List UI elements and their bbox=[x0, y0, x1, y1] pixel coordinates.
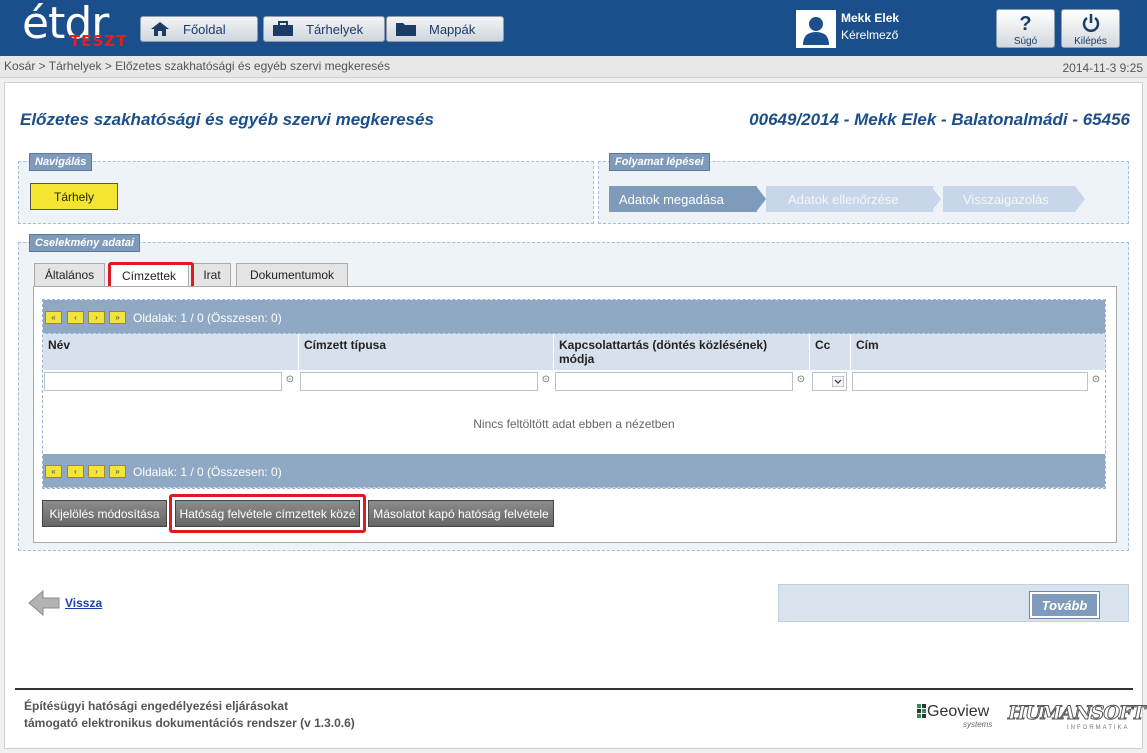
pager-top: « ‹ › » Oldalak: 1 / 0 (Összesen: 0) bbox=[43, 300, 1105, 334]
help-label: Súgó bbox=[1013, 36, 1038, 47]
datetime: 2014-11-3 9:25 bbox=[1062, 61, 1143, 75]
prev-page-icon[interactable]: ‹ bbox=[67, 311, 84, 324]
navigation-panel: Navigálás Tárhely bbox=[18, 153, 594, 224]
nav-home-label: Főoldal bbox=[183, 21, 226, 37]
question-icon: ? bbox=[1019, 13, 1032, 35]
footer-line-1: Építésügyi hatósági engedélyezési eljárá… bbox=[24, 699, 289, 713]
tab-documents[interactable]: Dokumentumok bbox=[236, 263, 348, 286]
recipients-panel: « ‹ › » Oldalak: 1 / 0 (Összesen: 0) Név… bbox=[33, 286, 1117, 543]
step-confirmation-label: Visszaigazolás bbox=[963, 191, 1049, 207]
page-title: Előzetes szakhatósági és egyéb szervi me… bbox=[20, 110, 434, 129]
pager-top-text: Oldalak: 1 / 0 (Összesen: 0) bbox=[133, 311, 282, 325]
step-confirmation: Visszaigazolás bbox=[943, 186, 1075, 212]
last-page-icon[interactable]: » bbox=[109, 311, 126, 324]
home-icon bbox=[149, 21, 171, 37]
nav-storage-label: Tárhelyek bbox=[306, 21, 364, 37]
filter-type-input[interactable] bbox=[300, 372, 538, 391]
empty-message: Nincs feltöltött adat ebben a nézetben bbox=[473, 417, 675, 431]
pager-bottom: « ‹ › » Oldalak: 1 / 0 (Összesen: 0) bbox=[43, 454, 1105, 488]
power-icon bbox=[1062, 13, 1119, 35]
filter-icon[interactable]: ⊙ bbox=[284, 374, 296, 388]
briefcase-icon bbox=[272, 21, 294, 37]
humansoft-sub: INFORMATIKA bbox=[1067, 725, 1130, 731]
help-button[interactable]: ? Súgó bbox=[996, 9, 1055, 48]
first-page-icon[interactable]: « bbox=[45, 311, 62, 324]
geoview-mark-icon bbox=[917, 704, 926, 718]
footer-text: Építésügyi hatósági engedélyezési eljárá… bbox=[24, 698, 355, 732]
nav-folders-label: Mappák bbox=[429, 21, 476, 37]
storage-button[interactable]: Tárhely bbox=[30, 183, 118, 210]
nav-storage-button[interactable]: Tárhelyek bbox=[263, 16, 385, 42]
navigation-legend: Navigálás bbox=[29, 153, 93, 171]
next-bar: Tovább bbox=[778, 584, 1129, 622]
prev-page-icon[interactable]: ‹ bbox=[67, 465, 84, 478]
col-contact-mode[interactable]: Kapcsolattartás (döntés közlésének) módj… bbox=[554, 334, 810, 370]
nav-folders-button[interactable]: Mappák bbox=[386, 16, 504, 42]
recipients-grid: « ‹ › » Oldalak: 1 / 0 (Összesen: 0) Név… bbox=[42, 299, 1106, 489]
user-icon bbox=[803, 17, 829, 45]
case-title: 00649/2014 - Mekk Elek - Balatonalmádi -… bbox=[749, 110, 1130, 129]
back-label[interactable]: Vissza bbox=[65, 596, 102, 610]
step-arrow bbox=[756, 186, 766, 212]
modify-selection-button[interactable]: Kijelölés módosítása bbox=[42, 500, 167, 527]
process-steps-panel: Folyamat lépései Adatok megadása Adatok … bbox=[598, 153, 1129, 224]
action-data-panel: Cselekmény adatai Általános Címzettek Ir… bbox=[18, 234, 1129, 551]
folder-icon bbox=[395, 21, 417, 37]
geoview-sub: systems bbox=[963, 720, 993, 729]
chevron-down-icon bbox=[832, 376, 844, 387]
step-data-entry-label: Adatok megadása bbox=[619, 191, 724, 207]
logo-test-badge: TESZT bbox=[70, 32, 128, 50]
nav-home-button[interactable]: Főoldal bbox=[140, 16, 258, 42]
footer-divider bbox=[15, 688, 1133, 690]
step-data-check-label: Adatok ellenőrzése bbox=[788, 191, 899, 207]
geoview-text: Geoview bbox=[927, 703, 990, 720]
tab-document[interactable]: Irat bbox=[193, 263, 231, 286]
step-arrow bbox=[1075, 186, 1085, 212]
col-cc[interactable]: Cc bbox=[810, 334, 851, 370]
col-name[interactable]: Név bbox=[43, 334, 299, 370]
filter-name-input[interactable] bbox=[44, 372, 282, 391]
back-link[interactable]: Vissza bbox=[27, 588, 102, 618]
next-page-icon[interactable]: › bbox=[88, 311, 105, 324]
filter-address-input[interactable] bbox=[852, 372, 1088, 391]
add-copy-authority-button[interactable]: Másolatot kapó hatóság felvétele bbox=[368, 500, 554, 527]
humansoft-logo: HUMANSOFT bbox=[1008, 702, 1147, 725]
avatar bbox=[796, 10, 836, 48]
pager-bottom-text: Oldalak: 1 / 0 (Összesen: 0) bbox=[133, 465, 282, 479]
geoview-logo: Geoview bbox=[917, 703, 989, 721]
filter-row: ⊙ ⊙ ⊙ ⊙ bbox=[43, 370, 1105, 392]
tab-general[interactable]: Általános bbox=[34, 263, 105, 286]
highlight-add-authority-button bbox=[169, 494, 366, 533]
col-recipient-type[interactable]: Címzett típusa bbox=[299, 334, 554, 370]
app-header: étdr TESZT Főoldal Tárhelyek Mappák Mekk… bbox=[0, 0, 1147, 56]
user-role: Kérelmező bbox=[841, 28, 899, 42]
filter-cc-select[interactable] bbox=[812, 372, 847, 391]
filter-icon[interactable]: ⊙ bbox=[795, 374, 807, 388]
filter-contact-input[interactable] bbox=[555, 372, 793, 391]
last-page-icon[interactable]: » bbox=[109, 465, 126, 478]
footer-line-2: támogató elektronikus dokumentációs rend… bbox=[24, 716, 355, 730]
process-legend: Folyamat lépései bbox=[609, 153, 710, 171]
action-data-legend: Cselekmény adatai bbox=[29, 234, 141, 252]
back-arrow-icon bbox=[28, 589, 60, 617]
filter-icon[interactable]: ⊙ bbox=[540, 374, 552, 388]
first-page-icon[interactable]: « bbox=[45, 465, 62, 478]
main-content: Előzetes szakhatósági és egyéb szervi me… bbox=[4, 82, 1147, 749]
logout-button[interactable]: Kilépés bbox=[1061, 9, 1120, 48]
col-address[interactable]: Cím bbox=[851, 334, 1105, 370]
step-data-entry: Adatok megadása bbox=[609, 186, 757, 212]
user-name: Mekk Elek bbox=[841, 11, 900, 25]
next-button[interactable]: Tovább bbox=[1029, 591, 1100, 619]
breadcrumb[interactable]: Kosár > Tárhelyek > Előzetes szakhatóság… bbox=[4, 59, 390, 73]
etdr-logo[interactable]: étdr TESZT bbox=[22, 0, 128, 52]
filter-icon[interactable]: ⊙ bbox=[1090, 374, 1102, 388]
step-data-check: Adatok ellenőrzése bbox=[766, 186, 934, 212]
step-arrow bbox=[933, 186, 943, 212]
breadcrumb-bar: Kosár > Tárhelyek > Előzetes szakhatóság… bbox=[0, 56, 1147, 78]
next-page-icon[interactable]: › bbox=[88, 465, 105, 478]
user-info: Mekk Elek Kérelmező bbox=[796, 8, 936, 50]
logout-label: Kilépés bbox=[1074, 36, 1107, 47]
